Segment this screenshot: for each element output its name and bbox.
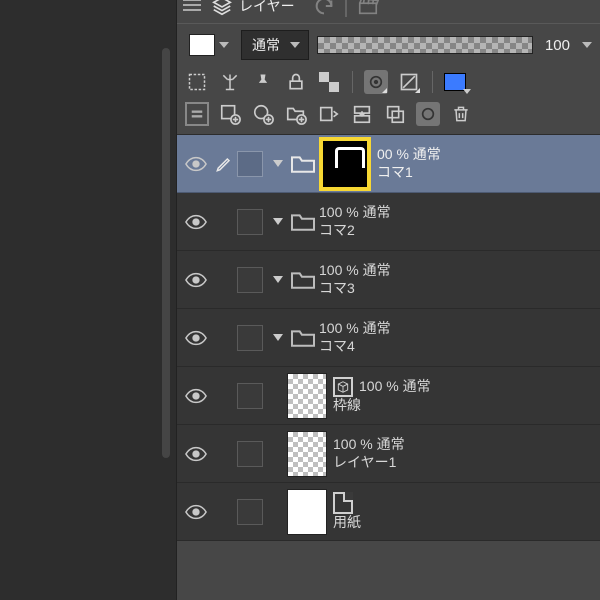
layer-name: コマ3: [319, 280, 600, 298]
visibility-toggle[interactable]: [181, 272, 211, 288]
layer-name: コマ2: [319, 222, 600, 240]
duplicate-layer-button[interactable]: [383, 102, 407, 126]
layer-mask-button[interactable]: [416, 102, 440, 126]
delete-layer-button[interactable]: [449, 102, 473, 126]
clapper-icon[interactable]: [357, 0, 379, 17]
layer-label-group: 100 % 通常レイヤー1: [333, 436, 600, 471]
layer-name: コマ4: [319, 338, 600, 356]
mask-slot[interactable]: [237, 383, 263, 409]
folder-icon: [287, 269, 319, 291]
layer-meta: 100 % 通常: [333, 436, 405, 454]
mask-slot[interactable]: [237, 499, 263, 525]
layers-stack-icon: [211, 0, 233, 17]
draft-pen-icon[interactable]: [211, 154, 237, 174]
pin-icon[interactable]: [251, 70, 275, 94]
layer-thumbnail[interactable]: [287, 373, 327, 419]
mask-slot[interactable]: [237, 151, 263, 177]
layer-meta: 100 % 通常: [359, 378, 431, 396]
onion-skin-button[interactable]: [185, 102, 209, 126]
opacity-slider[interactable]: [317, 36, 533, 54]
separator: [432, 71, 433, 93]
mask-toggle-button[interactable]: [397, 70, 421, 94]
transfer-layer-button[interactable]: [317, 102, 341, 126]
folder-expand-toggle[interactable]: [269, 334, 287, 341]
layer-label-group: 100 % 通常コマ4: [319, 320, 600, 355]
layer-list: 00 % 通常コマ1100 % 通常コマ2100 % 通常コマ3100 % 通常…: [177, 135, 600, 541]
layer-meta: 100 % 通常: [319, 320, 391, 338]
folder-icon: [287, 153, 319, 175]
layer-color-button[interactable]: [185, 32, 233, 58]
new-vector-layer-button[interactable]: [251, 102, 275, 126]
visibility-toggle[interactable]: [181, 388, 211, 404]
chevron-down-icon: [219, 42, 229, 48]
merge-down-button[interactable]: [350, 102, 374, 126]
scrollbar-hint[interactable]: [162, 48, 170, 458]
layer-thumbnail[interactable]: [287, 431, 327, 477]
layer-name: レイヤー1: [333, 454, 600, 472]
left-gutter: [0, 0, 176, 600]
folder-icon: [287, 327, 319, 349]
reference-layer-button[interactable]: [364, 70, 388, 94]
separator: [345, 0, 347, 17]
selection-icon[interactable]: [185, 70, 209, 94]
menu-icon[interactable]: [183, 0, 201, 13]
paper-badge: [333, 492, 353, 514]
layer-label-group: 100 % 通常コマ2: [319, 204, 600, 239]
layer-row[interactable]: 00 % 通常コマ1: [177, 135, 600, 193]
color-swatch: [189, 34, 215, 56]
layer-label-group: 00 % 通常コマ1: [377, 146, 600, 181]
layer-row[interactable]: 100 % 通常コマ2: [177, 193, 600, 251]
opacity-value: 100: [541, 37, 574, 54]
folder-expand-toggle[interactable]: [269, 160, 287, 167]
visibility-toggle[interactable]: [181, 156, 211, 172]
lock-icon[interactable]: [284, 70, 308, 94]
layer-flags-row: [177, 66, 600, 98]
visibility-toggle[interactable]: [181, 504, 211, 520]
folder-expand-toggle[interactable]: [269, 218, 287, 225]
layer-meta: 100 % 通常: [319, 262, 391, 280]
layer-row[interactable]: 100 % 通常コマ3: [177, 251, 600, 309]
layer-actions-row: [177, 98, 600, 135]
mask-slot[interactable]: [237, 325, 263, 351]
blend-opacity-row: 通常 100: [177, 24, 600, 66]
visibility-toggle[interactable]: [181, 214, 211, 230]
layer-row[interactable]: 100 % 通常レイヤー1: [177, 425, 600, 483]
visibility-toggle[interactable]: [181, 330, 211, 346]
blend-mode-dropdown[interactable]: 通常: [241, 30, 309, 60]
layer-label-group: 100 % 通常枠線: [333, 377, 600, 415]
new-folder-button[interactable]: [284, 102, 308, 126]
layer-row[interactable]: 100 % 通常コマ4: [177, 309, 600, 367]
layer-thumbnail[interactable]: [287, 489, 327, 535]
layer-label-group: 100 % 通常コマ3: [319, 262, 600, 297]
panel-title: レイヤー: [239, 0, 295, 16]
3d-cube-badge: [333, 377, 353, 397]
layer-label-group: 用紙: [333, 492, 600, 532]
mask-slot[interactable]: [237, 441, 263, 467]
layer-name: コマ1: [377, 164, 600, 182]
layer-row[interactable]: 100 % 通常枠線: [177, 367, 600, 425]
separator: [352, 71, 353, 93]
layer-thumbnail[interactable]: [319, 137, 371, 191]
undo-icon[interactable]: [313, 0, 335, 17]
layer-name: 用紙: [333, 514, 600, 532]
mask-slot[interactable]: [237, 267, 263, 293]
layers-panel: レイヤー 通常 100: [176, 0, 600, 600]
lighthouse-icon[interactable]: [218, 70, 242, 94]
folder-icon: [287, 211, 319, 233]
new-layer-button[interactable]: [218, 102, 242, 126]
layer-meta: 100 % 通常: [319, 204, 391, 222]
layer-meta: 00 % 通常: [377, 146, 441, 164]
color-chip[interactable]: [444, 73, 466, 91]
mask-checker-icon[interactable]: [317, 70, 341, 94]
folder-expand-toggle[interactable]: [269, 276, 287, 283]
layer-row[interactable]: 用紙: [177, 483, 600, 541]
opacity-stepper[interactable]: [582, 42, 592, 48]
panel-header: レイヤー: [177, 0, 600, 24]
layer-name: 枠線: [333, 397, 600, 415]
visibility-toggle[interactable]: [181, 446, 211, 462]
mask-slot[interactable]: [237, 209, 263, 235]
